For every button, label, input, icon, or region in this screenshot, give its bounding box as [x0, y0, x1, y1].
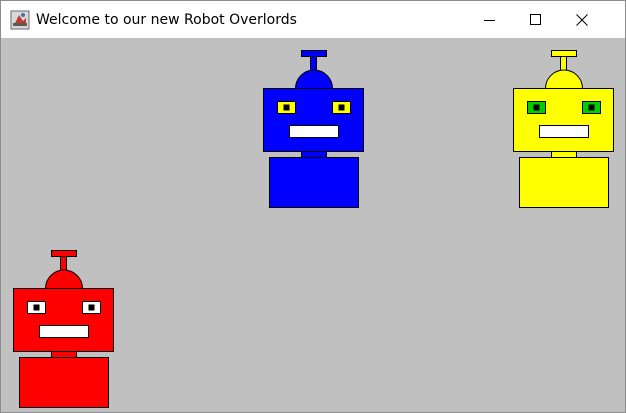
left-pupil — [533, 104, 540, 111]
mouth — [539, 125, 589, 138]
right-pupil — [338, 104, 345, 111]
close-icon — [576, 14, 588, 26]
antenna-stem — [560, 56, 567, 71]
body — [269, 157, 359, 208]
minimize-button[interactable] — [467, 1, 513, 38]
title-bar[interactable]: Welcome to our new Robot Overlords — [1, 1, 625, 38]
minimize-icon — [484, 20, 495, 21]
yellow-robot — [513, 50, 614, 208]
red-robot — [13, 250, 114, 408]
mouth — [289, 125, 339, 138]
antenna-stem — [60, 256, 67, 271]
right-pupil — [588, 104, 595, 111]
neck — [551, 151, 577, 158]
head — [263, 88, 364, 152]
head-dome — [44, 269, 84, 289]
head — [13, 288, 114, 352]
mouth — [39, 325, 89, 338]
drawing-canvas — [1, 38, 625, 412]
antenna-cap — [551, 50, 577, 57]
right-pupil — [88, 304, 95, 311]
head — [513, 88, 614, 152]
robot-scene — [13, 50, 614, 408]
blue-robot — [263, 50, 364, 208]
antenna-cap — [301, 50, 327, 57]
maximize-icon — [530, 14, 541, 25]
java-app-icon — [10, 10, 30, 30]
close-button[interactable] — [559, 1, 605, 38]
left-pupil — [33, 304, 40, 311]
window-title: Welcome to our new Robot Overlords — [36, 12, 297, 28]
body — [519, 157, 609, 208]
left-pupil — [283, 104, 290, 111]
antenna-stem — [310, 56, 317, 71]
neck — [301, 151, 327, 158]
antenna-cap — [51, 250, 77, 257]
head-dome — [544, 69, 584, 89]
app-window: Welcome to our new Robot Overlords — [0, 0, 626, 413]
maximize-button[interactable] — [513, 1, 559, 38]
neck — [51, 351, 77, 358]
body — [19, 357, 109, 408]
head-dome — [294, 69, 334, 89]
